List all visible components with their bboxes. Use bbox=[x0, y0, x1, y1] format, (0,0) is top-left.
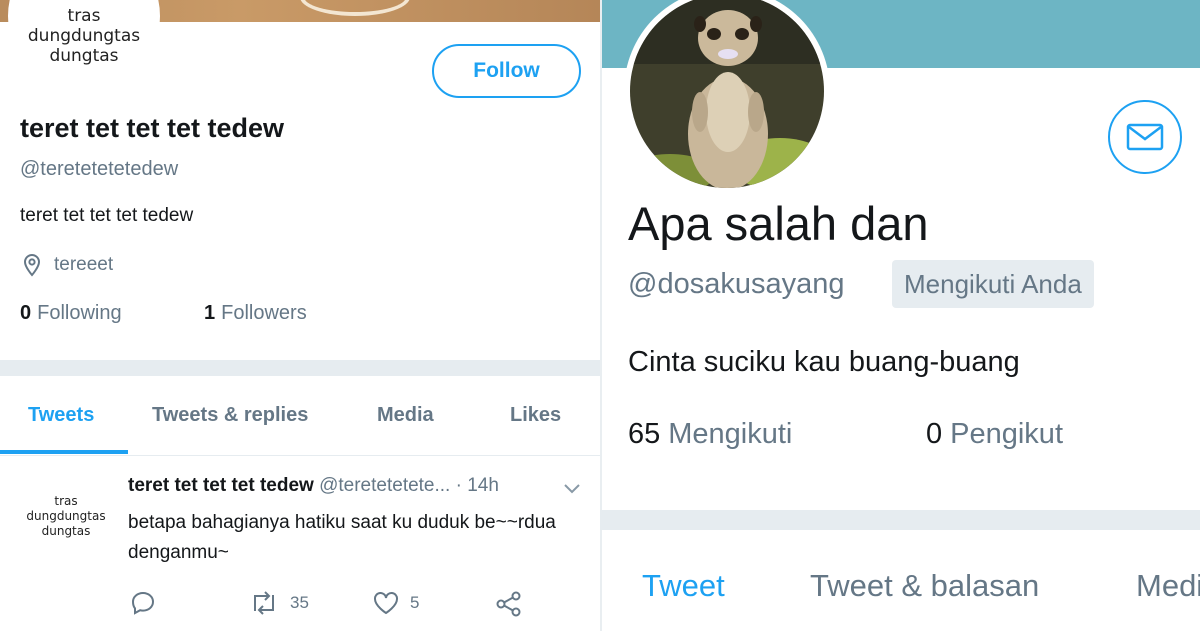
tab-tweet[interactable]: Tweet bbox=[642, 568, 725, 604]
tab-likes[interactable]: Likes bbox=[510, 404, 561, 427]
tab-media[interactable]: Media bbox=[377, 404, 434, 427]
profile-tabs: Tweets Tweets & replies Media Likes bbox=[0, 376, 600, 456]
location-text: tereeet bbox=[54, 254, 114, 275]
avatar[interactable]: tras dungdungtas dungtas bbox=[8, 0, 160, 92]
avatar-text-line: dungtas bbox=[49, 46, 119, 66]
avatar-text-line: dungdungtas bbox=[26, 509, 106, 523]
avatar-photo bbox=[630, 0, 824, 188]
tweet-time[interactable]: · 14h bbox=[456, 475, 499, 496]
tweet-author-name[interactable]: teret tet tet tet tedew bbox=[128, 475, 314, 496]
tab-tweets[interactable]: Tweets bbox=[28, 404, 94, 427]
retweet-count: 35 bbox=[290, 593, 309, 612]
tab-media[interactable]: Media bbox=[1136, 568, 1200, 604]
like-count: 5 bbox=[410, 593, 420, 612]
profile-bio: teret tet tet tet tedew bbox=[20, 205, 194, 226]
right-profile-panel: Apa salah dan @dosakusayang Mengikuti An… bbox=[600, 0, 1200, 631]
follow-button[interactable]: Follow bbox=[432, 44, 581, 98]
retweet-button[interactable]: 35 bbox=[248, 590, 309, 616]
meerkat-photo bbox=[630, 0, 824, 188]
profile-handle: @teretetetetedew bbox=[20, 158, 179, 180]
banner-decoration bbox=[300, 0, 410, 16]
avatar[interactable] bbox=[624, 0, 830, 194]
left-profile-panel: tras dungdungtas dungtas Follow teret te… bbox=[0, 0, 600, 631]
share-button[interactable] bbox=[495, 590, 533, 618]
like-button[interactable]: 5 bbox=[372, 590, 419, 616]
profile-bio: Cinta suciku kau buang-buang bbox=[628, 346, 1020, 378]
message-button[interactable] bbox=[1108, 100, 1182, 174]
avatar-text-line: dungtas bbox=[41, 524, 91, 538]
reply-icon bbox=[131, 591, 155, 615]
profile-location: tereeet bbox=[22, 253, 113, 277]
following-stat[interactable]: 65 Mengikuti bbox=[628, 418, 792, 451]
location-pin-icon bbox=[23, 253, 41, 277]
following-stat[interactable]: 0 Following bbox=[20, 302, 122, 325]
avatar-text-line: tras bbox=[54, 494, 78, 508]
following-count: 0 bbox=[20, 302, 32, 324]
followers-label: Followers bbox=[221, 302, 307, 324]
section-divider bbox=[0, 360, 600, 376]
avatar-text-line: dungdungtas bbox=[27, 26, 141, 46]
panel-separator bbox=[600, 0, 602, 631]
envelope-icon bbox=[1126, 123, 1164, 151]
avatar-text-line: tras bbox=[67, 6, 101, 26]
share-icon bbox=[496, 591, 521, 617]
followers-stat[interactable]: 0 Pengikut bbox=[926, 418, 1063, 451]
followers-count: 1 bbox=[204, 302, 216, 324]
tab-tweets-replies[interactable]: Tweets & replies bbox=[152, 404, 308, 427]
followers-label: Pengikut bbox=[950, 418, 1063, 450]
reply-button[interactable] bbox=[130, 590, 166, 616]
tweet-text: betapa bahagianya hatiku saat ku duduk b… bbox=[128, 512, 556, 563]
profile-handle: @dosakusayang bbox=[628, 268, 845, 300]
tweet-header: teret tet tet tet tedew @teretetetete...… bbox=[128, 475, 499, 497]
following-label: Mengikuti bbox=[668, 418, 793, 450]
heart-icon bbox=[374, 592, 398, 615]
profile-name: Apa salah dan bbox=[628, 197, 929, 250]
tweet-avatar[interactable]: tras dungdungtas dungtas bbox=[18, 494, 114, 539]
followers-stat[interactable]: 1 Followers bbox=[204, 302, 307, 325]
tweet-author-handle[interactable]: @teretetetete... bbox=[319, 475, 450, 496]
retweet-icon bbox=[254, 591, 274, 615]
active-tab-indicator bbox=[0, 450, 128, 454]
followers-count: 0 bbox=[926, 418, 943, 450]
chevron-down-icon[interactable] bbox=[562, 482, 582, 496]
follows-you-badge: Mengikuti Anda bbox=[892, 260, 1094, 308]
following-count: 65 bbox=[628, 418, 661, 450]
tab-tweet-replies[interactable]: Tweet & balasan bbox=[810, 568, 1039, 604]
profile-name: teret tet tet tet tedew bbox=[20, 113, 285, 143]
section-divider bbox=[600, 510, 1200, 530]
following-label: Following bbox=[37, 302, 122, 324]
